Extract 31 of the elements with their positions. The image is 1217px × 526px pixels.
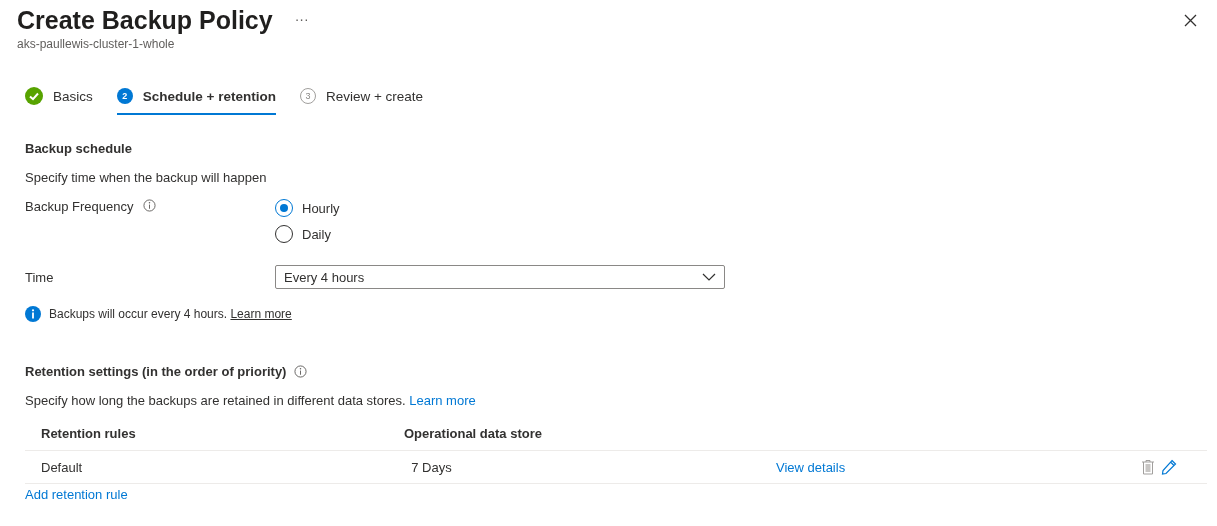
field-label: Time — [25, 269, 54, 285]
wizard-step[interactable]: 3 Review + create — [299, 87, 424, 115]
wizard-step[interactable]: Basics — [25, 87, 93, 115]
learn-more-link[interactable]: Learn more — [230, 307, 292, 321]
chevron-down-icon — [702, 273, 716, 281]
resource-subtitle: aks-paullewis-cluster-1-whole — [17, 37, 176, 51]
more-button[interactable]: ··· — [294, 10, 309, 27]
info-icon — [25, 306, 41, 322]
field-label: Backup Frequency — [25, 199, 134, 214]
info-icon[interactable] — [143, 199, 157, 212]
step-number: 2 — [116, 88, 133, 104]
close-icon[interactable] — [1184, 14, 1197, 27]
pencil-icon[interactable] — [1161, 459, 1177, 475]
column-header: Retention rules — [25, 426, 388, 451]
info-icon[interactable] — [294, 365, 308, 378]
section-description: Specify how long the backups are retained in different data stores. Learn more — [25, 393, 477, 408]
radio-option[interactable]: Hourly — [275, 199, 340, 217]
view-details-link[interactable]: View details — [776, 459, 846, 475]
section-heading: Retention settings (in the order of priority) — [25, 364, 287, 379]
radio-option[interactable]: Daily — [275, 225, 340, 243]
learn-more-link[interactable]: Learn more — [409, 393, 476, 408]
info-message: Backups will occur every 4 hours. Learn more — [49, 307, 292, 321]
wizard-step[interactable]: 2 Schedule + retention — [116, 87, 276, 115]
page-title: Create Backup Policy — [17, 6, 273, 35]
time-dropdown[interactable]: Every 4 hours — [275, 265, 725, 289]
table-cell-text: 7 Days — [410, 459, 452, 475]
table-cell: Default — [41, 459, 83, 475]
column-header: Operational data store — [388, 426, 760, 451]
section-heading: Backup schedule — [25, 141, 133, 156]
section-description: Specify time when the backup will happen — [25, 170, 268, 185]
add-retention-rule-link[interactable]: Add retention rule — [25, 487, 128, 502]
